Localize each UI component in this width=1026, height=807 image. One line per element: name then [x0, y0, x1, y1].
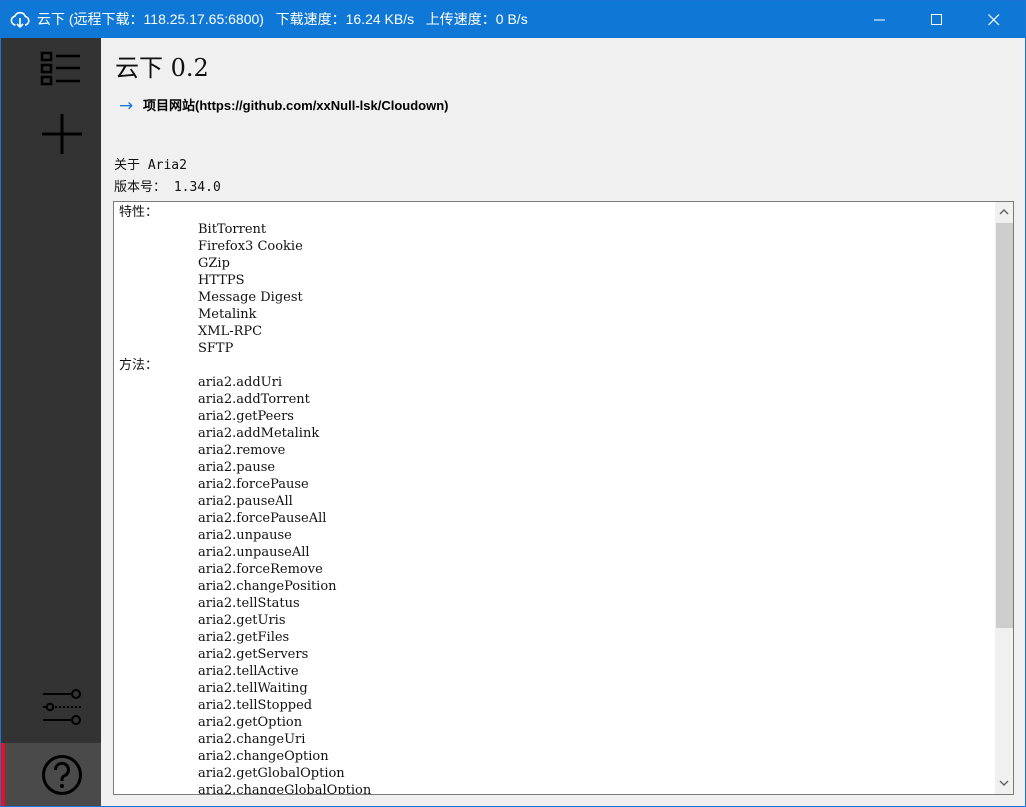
project-website-link-text[interactable]: 项目网站(https://github.com/xxNull-lsk/Cloud… [143, 98, 448, 113]
method-item: aria2.remove [198, 443, 286, 458]
method-item: aria2.tellWaiting [198, 681, 308, 696]
method-item: aria2.pauseAll [198, 494, 293, 509]
page-title: 云下 0.2 [115, 54, 209, 82]
aria2-info-textbox[interactable]: 特性： BitTorrent Firefox3 Cookie GZip HTTPS Me… [113, 201, 1014, 795]
feature-item: BitTorrent [198, 222, 267, 237]
task-list-icon [40, 51, 80, 86]
sidebar-item-task-list[interactable] [1, 38, 101, 102]
sidebar-item-settings[interactable] [1, 678, 101, 742]
methods-list: aria2.addUri aria2.addTorrent aria2.getPee… [119, 374, 989, 795]
arrow-right-icon: → [119, 96, 134, 116]
scroll-up-button[interactable] [995, 202, 1013, 222]
maximize-icon [931, 14, 942, 25]
maximize-button[interactable] [914, 1, 960, 38]
features-heading: 特性： [119, 205, 159, 220]
sidebar-item-add-task[interactable] [1, 102, 101, 166]
method-item: aria2.addUri [198, 375, 282, 390]
method-item: aria2.tellStatus [198, 596, 300, 611]
title-bar[interactable]: 云下 (远程下载：118.25.17.65:6800) 下载速度：16.24 K… [1, 1, 1025, 38]
method-item: aria2.tellStopped [198, 698, 313, 713]
method-item: aria2.changeUri [198, 732, 306, 747]
upload-speed: 上传速度：0 B/s [425, 11, 528, 27]
method-item: aria2.getUris [198, 613, 286, 628]
window-title: 云下 (远程下载：118.25.17.65:6800) 下载速度：16.24 K… [37, 1, 528, 38]
project-website-link[interactable]: → 项目网站(https://github.com/xxNull-lsk/Clou… [119, 95, 448, 117]
add-icon [42, 114, 82, 154]
scroll-down-button[interactable] [995, 774, 1013, 794]
method-item: aria2.forcePauseAll [198, 511, 327, 526]
method-item: aria2.addTorrent [198, 392, 310, 407]
method-item: aria2.getFiles [198, 630, 290, 645]
window-title-name: 云下 (远程下载：118.25.17.65:6800) [37, 11, 264, 27]
vertical-scrollbar[interactable] [995, 202, 1013, 794]
method-item: aria2.tellActive [198, 664, 299, 679]
method-item: aria2.pause [198, 460, 276, 475]
settings-sliders-icon [43, 689, 81, 725]
method-item: aria2.addMetalink [198, 426, 320, 441]
method-item: aria2.forcePause [198, 477, 309, 492]
method-item: aria2.unpauseAll [198, 545, 310, 560]
method-item: aria2.getOption [198, 715, 303, 730]
feature-item: HTTPS [198, 273, 245, 288]
version-label: 版本号： 1.34.0 [114, 180, 221, 195]
close-icon [988, 14, 1000, 26]
close-button[interactable] [971, 1, 1017, 38]
feature-item: XML-RPC [198, 324, 263, 339]
aria2-info-content: 特性： BitTorrent Firefox3 Cookie GZip HTTPS Me… [119, 204, 989, 795]
sidebar [1, 38, 101, 806]
feature-item: SFTP [198, 341, 234, 356]
feature-item: Metalink [198, 307, 257, 322]
features-list: BitTorrent Firefox3 Cookie GZip HTTPS Messag… [119, 221, 989, 357]
download-speed: 下载速度：16.24 KB/s [275, 11, 415, 27]
chevron-down-icon [999, 780, 1009, 786]
feature-item: Message Digest [198, 290, 303, 305]
minimize-button[interactable] [857, 1, 903, 38]
method-item: aria2.getServers [198, 647, 309, 662]
sidebar-item-help[interactable] [1, 743, 101, 806]
about-aria2-label: 关于 Aria2 [114, 158, 187, 173]
feature-item: GZip [198, 256, 230, 271]
method-item: aria2.getGlobalOption [198, 766, 345, 781]
method-item: aria2.unpause [198, 528, 292, 543]
main-content: 云下 0.2 → 项目网站(https://github.com/xxNull-l… [101, 38, 1025, 806]
feature-item: Firefox3 Cookie [198, 239, 303, 254]
cloud-download-icon [10, 10, 30, 30]
scroll-thumb[interactable] [996, 223, 1013, 628]
app-window: 云下 (远程下载：118.25.17.65:6800) 下载速度：16.24 K… [0, 0, 1026, 807]
chevron-up-icon [999, 209, 1009, 215]
methods-heading: 方法： [119, 358, 159, 373]
method-item: aria2.forceRemove [198, 562, 323, 577]
method-item: aria2.changeOption [198, 749, 329, 764]
method-item: aria2.changePosition [198, 579, 337, 594]
method-item: aria2.changeGlobalOption [198, 783, 372, 795]
minimize-icon [874, 19, 885, 21]
help-icon [42, 755, 82, 795]
method-item: aria2.getPeers [198, 409, 294, 424]
